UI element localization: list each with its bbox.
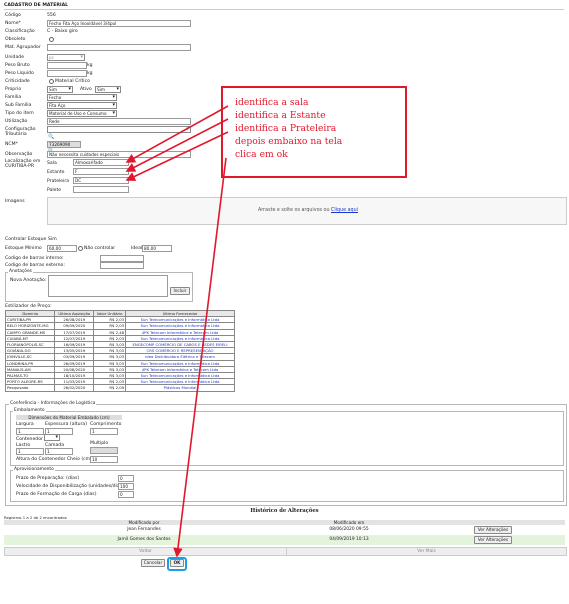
- arrow-to-sala: [125, 105, 229, 163]
- arrow-to-estante: [125, 118, 229, 172]
- annotation-arrows: [125, 105, 229, 558]
- arrow-to-prateleira: [125, 131, 229, 181]
- arrow-to-ok: [173, 157, 227, 558]
